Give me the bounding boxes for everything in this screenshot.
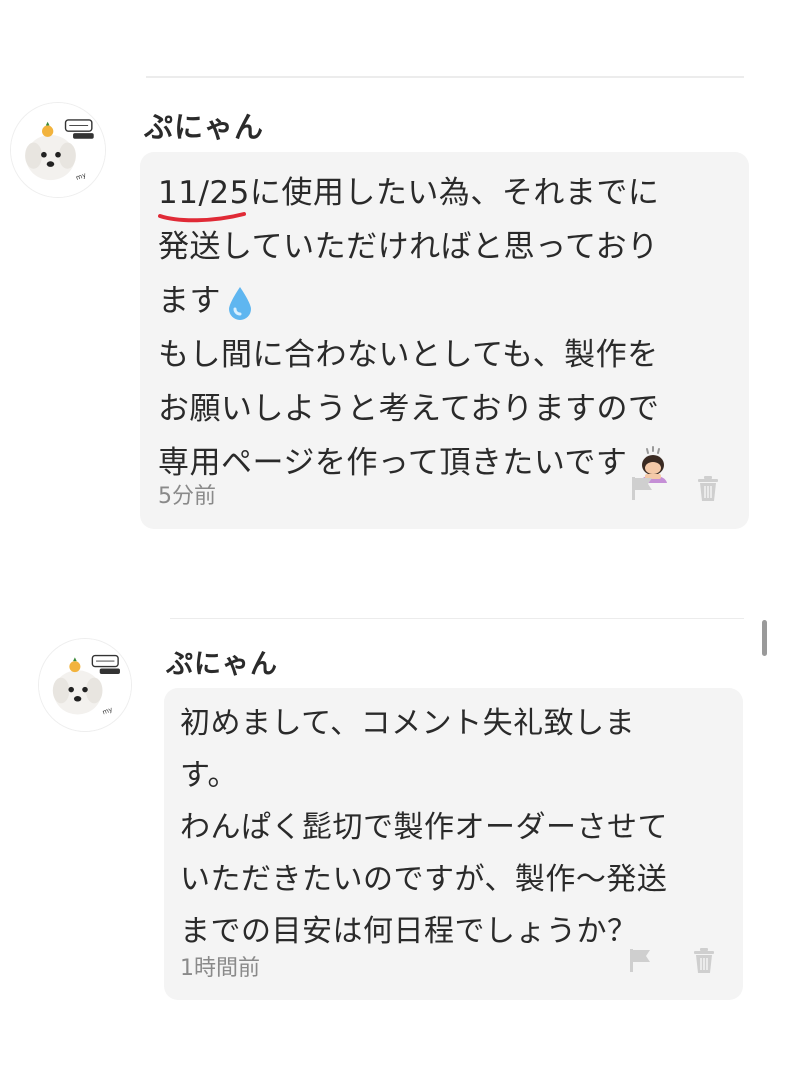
comment-line: わんぱく髭切で製作オーダーさせて (180, 802, 668, 854)
section-divider (170, 618, 744, 619)
comment-line-text: す。 (180, 758, 238, 793)
comment-line-text: までの目安は何日程でしょうか？ (180, 914, 638, 949)
comment-line-text: 初めまして、コメント失礼致しま (180, 706, 636, 741)
trash-icon[interactable] (694, 474, 722, 502)
comment-line-text: 発送していただければと思っており (158, 229, 659, 265)
scrollbar[interactable] (762, 620, 767, 656)
comment-line-text: もし間に合わないとしても、製作を (158, 337, 659, 373)
comment-line: お願いしようと考えておりますので (158, 382, 673, 436)
comment-timestamp: 5分前 (158, 484, 216, 509)
comment-line-text: 専用ページを作って頂きたいです (158, 445, 628, 481)
comment-line: ます (158, 274, 673, 328)
user-avatar[interactable]: my (38, 638, 132, 732)
user-avatar[interactable]: my (10, 102, 106, 198)
comment-line-text: わんぱく髭切で製作オーダーさせて (180, 810, 668, 845)
comment-line: 発送していただければと思っており (158, 220, 673, 274)
comment-bubble: 初めまして、コメント失礼致しま す。 わんぱく髭切で製作オーダーさせて いただき… (164, 688, 743, 1000)
comment-line: す。 (180, 750, 668, 802)
comment-line-text: いただきたいのですが、製作〜発送 (180, 862, 668, 897)
comment-body: 11/25に使用したい為、それまでに 発送していただければと思っており ます も… (158, 166, 673, 490)
comment-line: いただきたいのですが、製作〜発送 (180, 854, 668, 906)
comment-timestamp: 1時間前 (180, 956, 260, 981)
comment-line-text: ます (158, 283, 221, 319)
droplet-emoji-icon (229, 286, 251, 320)
flag-icon[interactable] (628, 474, 656, 502)
dog-avatar-icon: my (11, 103, 105, 197)
comment-username[interactable]: ぷにゃん (144, 104, 264, 146)
top-divider (146, 76, 744, 78)
comment-line: もし間に合わないとしても、製作を (158, 328, 673, 382)
comment-body: 初めまして、コメント失礼致しま す。 わんぱく髭切で製作オーダーさせて いただき… (180, 698, 668, 958)
comment-bubble: 11/25に使用したい為、それまでに 発送していただければと思っており ます も… (140, 152, 749, 529)
comment-line-text: 11/25に使用したい為、それまでに (158, 175, 660, 211)
dog-avatar-icon: my (39, 639, 131, 731)
comment-line: 専用ページを作って頂きたいです (158, 436, 673, 490)
comment-line-text: お願いしようと考えておりますので (158, 391, 660, 427)
comment-line: 初めまして、コメント失礼致しま (180, 698, 668, 750)
flag-icon[interactable] (626, 946, 654, 974)
trash-icon[interactable] (690, 946, 718, 974)
comment-line: 11/25に使用したい為、それまでに (158, 166, 673, 223)
comment-username[interactable]: ぷにゃん (166, 642, 278, 681)
